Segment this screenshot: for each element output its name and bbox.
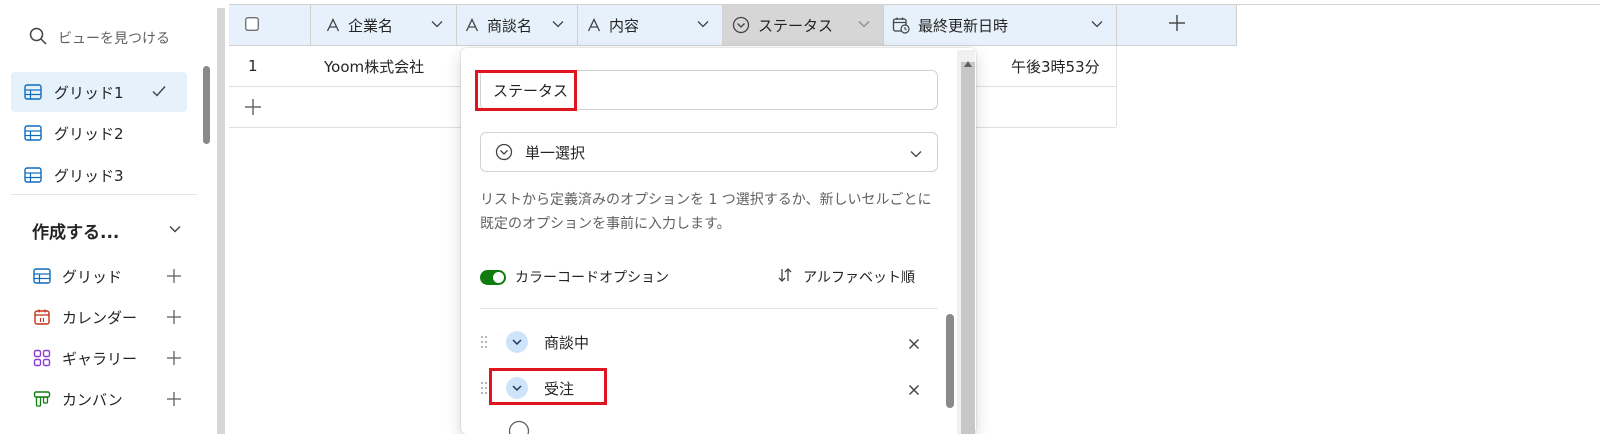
select-all-checkbox[interactable] [245,17,259,35]
chevron-down-icon[interactable] [430,17,444,35]
sort-icon [777,267,793,287]
grid-icon [22,166,44,184]
chevron-down-icon[interactable] [551,17,565,35]
close-icon[interactable] [908,381,920,400]
color-code-toggle[interactable] [480,269,506,285]
column-header-label: 商談名 [487,16,533,35]
plus-icon [244,98,262,120]
create-calendar-button[interactable]: カレンダー [32,302,182,332]
column-header-status[interactable]: ステータス [723,5,884,45]
grid-header-row: 企業名 商談名 内容 ステータス 最終更新日時 [229,5,1237,46]
column-name-value[interactable]: ステータス [493,80,568,101]
search-placeholder[interactable]: ビューを見つける [58,28,170,48]
view-item-grid2[interactable]: グリッド2 [11,113,187,153]
views-sidebar: ビューを見つける グリッド1 グリッド2 グリッド3 作成する... グリッド [0,0,202,434]
updated-cell[interactable]: 午後3時53分 [1011,46,1100,86]
row-number: 1 [248,57,258,75]
column-header-deal[interactable]: 商談名 [457,5,578,45]
option-item[interactable]: 商談中 [480,322,930,362]
chevron-down-icon[interactable] [696,17,710,35]
create-view-section[interactable]: 作成する... [32,215,182,245]
choice-column-icon [732,16,750,34]
checkmark-icon [151,83,167,103]
column-header-updated[interactable]: 最終更新日時 [884,5,1117,45]
column-header-company[interactable]: 企業名 [311,5,457,45]
column-header-label: 最終更新日時 [918,16,1009,35]
create-item-label: グリッド [62,267,123,286]
grid-icon [22,124,44,142]
option-label[interactable]: 受注 [544,378,574,399]
select-all-cell [229,5,311,45]
text-column-icon [587,18,601,32]
panel-scrollbar[interactable] [946,314,954,408]
close-icon[interactable] [908,335,920,354]
pane-splitter[interactable] [217,8,225,434]
option-color-picker[interactable] [506,377,528,399]
grid-icon [22,83,44,101]
sidebar-divider [11,194,197,195]
company-cell[interactable]: Yoom株式会社 [324,46,424,86]
drag-handle-icon[interactable] [480,335,490,349]
column-type-select[interactable]: 単一選択 [480,132,938,172]
search-icon [28,26,48,50]
edit-column-panel: ステータス 単一選択 リストから定義済みのオプションを 1 つ選択するか、新しい… [461,48,976,434]
create-item-label: カンバン [62,390,123,409]
text-column-icon [465,18,479,32]
option-item[interactable]: 受注 [480,368,930,408]
chevron-down-icon [909,146,923,165]
text-column-icon [326,18,340,32]
column-header-label: 企業名 [348,16,394,35]
plus-icon [1168,14,1186,36]
chevron-down-icon [168,221,182,240]
column-type-description: リストから定義済みのオプションを 1 つ選択するか、新しいセルごとに既定のオプシ… [480,192,932,232]
create-item-label: ギャラリー [62,349,138,368]
grid-right-border [1116,46,1117,127]
column-name-field[interactable]: ステータス [480,70,938,110]
view-item-grid3[interactable]: グリッド3 [11,155,187,195]
column-header-content[interactable]: 内容 [578,5,723,45]
column-type-value: 単一選択 [525,143,586,162]
create-gallery-button[interactable]: ギャラリー [32,343,182,373]
option-label[interactable]: 商談中 [544,332,589,353]
create-view-label: 作成する... [32,222,120,243]
chevron-down-icon[interactable] [1090,17,1104,35]
drag-handle-icon[interactable] [480,381,490,395]
create-grid-button[interactable]: グリッド [32,261,182,291]
add-column-button[interactable] [1117,5,1237,45]
choice-column-icon [495,143,513,161]
calendar-icon [32,308,52,326]
view-item-label: グリッド2 [54,124,124,143]
option-color-picker[interactable] [508,420,530,434]
view-item-label: グリッド1 [54,83,124,102]
scroll-up-arrow-icon[interactable] [963,53,973,72]
datetime-column-icon [892,16,910,34]
plus-icon[interactable] [166,391,182,411]
option-color-picker[interactable] [506,331,528,353]
plus-icon[interactable] [166,350,182,370]
color-code-label: カラーコードオプション [515,270,669,286]
panel-divider [480,308,938,309]
color-code-row: カラーコードオプション アルファベット順 [480,264,930,290]
column-header-label: ステータス [758,16,834,35]
column-header-label: 内容 [609,16,640,35]
panel-scroll-gutter [961,62,975,434]
view-item-label: グリッド3 [54,166,124,185]
sort-alphabetical-button[interactable]: アルファベット順 [777,264,915,290]
create-item-label: カレンダー [62,308,138,327]
plus-icon[interactable] [166,309,182,329]
grid-icon [32,267,52,285]
view-search[interactable]: ビューを見つける [28,26,170,50]
sidebar-scrollbar[interactable] [203,66,210,144]
chevron-down-icon[interactable] [857,17,871,35]
kanban-icon [32,390,52,408]
gallery-icon [32,349,52,367]
create-kanban-button[interactable]: カンバン [32,384,182,414]
view-item-grid1[interactable]: グリッド1 [11,72,187,112]
sort-label: アルファベット順 [803,270,915,286]
plus-icon[interactable] [166,268,182,288]
